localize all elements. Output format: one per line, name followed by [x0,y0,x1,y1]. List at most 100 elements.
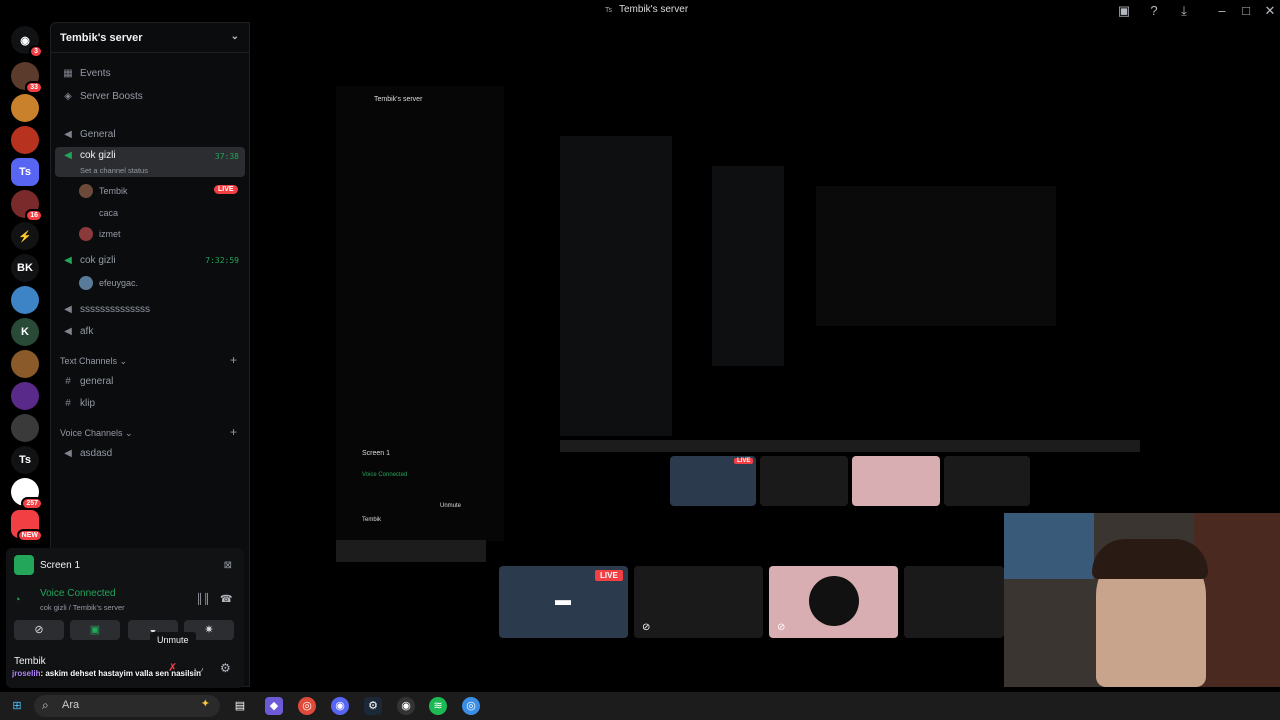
discord-icon[interactable]: ◉ [331,697,349,715]
server-icon[interactable] [11,350,39,378]
maximize-icon[interactable]: □ [1238,3,1254,19]
server-ts2-icon[interactable]: Ts [11,446,39,474]
voice-connected-label[interactable]: Voice Connected [40,588,116,599]
channel-cok-gizli[interactable]: ◀ cok gizli 37:38 Set a channel status [55,147,245,177]
voice-user[interactable]: izmet [79,225,121,243]
channel-cok-gizli-2[interactable]: ◀ cok gizli 7:32:59 [55,250,245,270]
chrome-icon[interactable]: ◎ [298,697,316,715]
voice-user[interactable]: efeuygac. [79,274,138,292]
copilot-icon[interactable]: ◆ [265,697,283,715]
user-tile[interactable]: ⊘ [634,566,763,638]
screen-icon [14,555,34,575]
channel-label: cok gizli [80,254,116,266]
channel-sss[interactable]: ◀ ssssssssssssss [55,299,245,319]
download-icon[interactable]: ⤓ [1176,3,1192,19]
server-header[interactable]: Tembik's server ⌄ [51,23,249,53]
speaker-icon: ◀ [64,303,72,315]
wall-picture [1004,513,1094,579]
server-icon[interactable] [11,286,39,314]
speaker-icon: ◀ [64,150,72,161]
search-placeholder: Ara [62,699,80,711]
chat-message: askim dehset hastayim valla sen nasilsin [45,669,201,678]
search-icon: ⌕ [42,698,49,712]
settings-gear-icon[interactable]: ⚙ [220,661,231,675]
voice-user[interactable]: caca [79,204,118,222]
server-ts-icon[interactable]: Ts [11,158,39,186]
server-icon[interactable]: 257 [11,478,43,510]
boosts-label: Server Boosts [80,90,143,102]
inner-user-tile[interactable] [760,456,848,506]
voice-user[interactable]: Tembik [79,182,128,200]
taskbar-search[interactable]: ⌕ Ara ✦ [34,695,220,717]
server-icon[interactable]: K [11,318,39,346]
user-name: caca [99,208,119,218]
noise-suppression-icon[interactable]: ║║ [196,594,210,605]
title-bar: Ts Tembik's server ▣ ? ⤓ – □ ✕ [0,0,1280,22]
server-icon[interactable] [11,126,39,154]
screen-share-row[interactable]: Screen 1 ⊠ [14,554,236,576]
obs-icon[interactable]: ◉ [397,697,415,715]
steam-icon[interactable]: ⚙ [364,697,382,715]
category-label: Voice Channels [60,428,123,438]
close-icon[interactable]: ✕ [1262,3,1278,19]
hash-icon: # [65,375,71,387]
avatar [809,576,859,626]
server-icon[interactable] [11,414,39,442]
events-item[interactable]: ▦ Events [55,63,245,83]
server-icon[interactable]: ⚡ [11,222,39,250]
badge: 257 [21,497,43,510]
voice-channel-sub[interactable]: cok gizli / Tembik's server [40,603,125,612]
disconnect-icon[interactable]: ☎ [220,594,232,605]
text-channel-general[interactable]: # general [55,371,245,391]
minimize-icon[interactable]: – [1214,3,1230,19]
avatar [79,184,93,198]
stream-tile-screen[interactable]: LIVE ▬ [499,566,628,638]
inner-user-tile[interactable] [852,456,940,506]
text-channels-category[interactable]: Text Channels ⌄ [60,356,127,367]
discord-home-icon[interactable]: ◉ 3 [11,26,43,58]
background-shelf [1194,513,1280,687]
user-tile[interactable] [904,566,1004,638]
category-label: Text Channels [60,356,118,366]
task-view-icon[interactable]: ▤ [231,697,249,715]
add-channel-icon[interactable]: + [230,425,237,439]
channel-afk[interactable]: ◀ afk [55,321,245,341]
inner-user-tile[interactable] [944,456,1030,506]
camera-button[interactable]: ⊘ [14,620,64,640]
voice-channel-asdasd[interactable]: ◀ asdasd [55,443,245,463]
start-icon[interactable]: ⊞ [8,697,26,715]
boosts-item[interactable]: ◈ Server Boosts [55,86,245,106]
server-icon[interactable]: NEW [11,510,43,542]
channel-timer: 7:32:59 [205,255,239,265]
server-icon[interactable]: 33 [11,62,43,94]
browser-icon[interactable]: ◎ [462,697,480,715]
voice-channels-category[interactable]: Voice Channels ⌄ [60,428,133,439]
server-bk-icon[interactable]: BK [11,254,39,282]
channel-label: ssssssssssssss [80,303,150,315]
help-icon[interactable]: ? [1146,3,1162,19]
username: Tembik [14,656,46,667]
inner-stream-tile[interactable]: LIVE [670,456,756,506]
live-badge: LIVE [595,570,623,581]
calendar-icon: ▦ [63,67,73,79]
popout-icon[interactable]: ⊠ [224,560,232,571]
add-channel-icon[interactable]: + [230,353,237,367]
server-icon[interactable] [11,94,39,122]
inbox-icon[interactable]: ▣ [1116,3,1132,19]
badge: 16 [25,209,43,222]
text-channel-klip[interactable]: # klip [55,393,245,413]
events-label: Events [80,67,111,79]
user-tile[interactable]: ⊘ [769,566,898,638]
chat-overlay: jroselih: askim dehset hastayim valla se… [12,669,201,678]
hash-icon: # [65,397,71,409]
screen-share-button[interactable]: ▣ [70,620,120,640]
channel-status[interactable]: Set a channel status [80,166,148,175]
spotify-icon[interactable]: ≋ [429,697,447,715]
server-icon[interactable]: 16 [11,190,43,222]
inner-taskbar-2 [560,440,1140,452]
avatar [79,206,93,220]
user-info[interactable]: Tembik [14,656,46,667]
server-icon[interactable] [11,382,39,410]
channel-general[interactable]: ◀ General [55,124,245,144]
live-badge: LIVE [734,458,754,464]
